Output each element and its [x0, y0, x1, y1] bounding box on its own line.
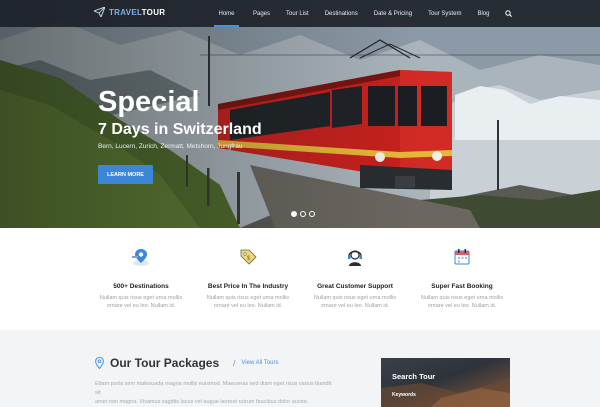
search-tour-title: Search Tour — [392, 372, 436, 381]
nav-item-tour-list[interactable]: Tour List — [286, 0, 309, 27]
feature-destinations: 500+ Destinations Nullam quis risus eget… — [86, 246, 196, 310]
search-panel-background — [381, 378, 510, 407]
view-all-tours-link[interactable]: View All Tours — [241, 360, 278, 366]
nav-item-home[interactable]: Home — [214, 0, 239, 27]
tour-packages-section: Our Tour Packages / View All Tours Etiam… — [0, 330, 600, 407]
feature-title: Super Fast Booking — [431, 283, 493, 290]
price-tag-icon: $ — [240, 249, 257, 265]
location-pin-icon — [95, 357, 104, 369]
learn-more-button[interactable]: LEARN MORE — [98, 165, 153, 184]
nav-search[interactable] — [505, 0, 513, 27]
search-tour-panel: Search Tour Keywords — [381, 358, 510, 407]
feature-text: Nullam quis risus eget urna mollis ornare… — [99, 295, 183, 309]
nav-item-pages[interactable]: Pages — [253, 0, 270, 27]
calendar-icon — [454, 249, 470, 265]
hero-subtitle: 7 Days in Switzerland — [98, 121, 262, 138]
feature-text: Nullam quis risus eget urna mollis ornare… — [313, 295, 397, 309]
nav-item-date-pricing[interactable]: Date & Pricing — [374, 0, 412, 27]
feature-title: 500+ Destinations — [113, 283, 169, 290]
search-icon — [505, 10, 513, 17]
nav-item-tour-system[interactable]: Tour System — [428, 0, 461, 27]
hero-places: Bern, Lucern, Zurich, Zermatt, Metshorn,… — [98, 143, 243, 150]
slider-dot-1[interactable] — [291, 211, 297, 217]
packages-header: Our Tour Packages / View All Tours — [95, 356, 279, 370]
nav-item-blog[interactable]: Blog — [477, 0, 489, 27]
feature-text: Nullam quis risus eget urna mollis ornare… — [206, 295, 290, 309]
features-section: 500+ Destinations Nullam quis risus eget… — [0, 228, 600, 330]
feature-fast-booking: Super Fast Booking Nullam quis risus ege… — [407, 246, 517, 310]
feature-title: Great Customer Support — [317, 283, 393, 290]
logo[interactable]: TRAVELTOUR — [94, 7, 165, 17]
packages-title: Our Tour Packages — [110, 356, 220, 370]
map-pin-icon — [132, 249, 149, 266]
hero-title: Special — [98, 86, 200, 118]
support-agent-icon — [348, 250, 362, 266]
slider-dot-2[interactable] — [300, 211, 306, 217]
slider-dots — [291, 211, 315, 217]
keywords-label: Keywords — [392, 392, 416, 398]
main-menu: Home Pages Tour List Destinations Date &… — [214, 0, 513, 27]
hero-overlay — [0, 0, 600, 228]
paper-plane-icon — [94, 7, 105, 17]
packages-separator: / — [233, 358, 236, 368]
feature-best-price: $ Best Price In The Industry Nullam quis… — [193, 246, 303, 310]
feature-customer-support: Great Customer Support Nullam quis risus… — [300, 246, 410, 310]
hero-slider: Special 7 Days in Switzerland Bern, Luce… — [0, 0, 600, 228]
packages-description: Etiam porta sem malesuada magna mollis e… — [95, 381, 332, 405]
feature-text: Nullam quis risus eget urna mollis ornare… — [420, 295, 504, 309]
hero-caption: Special 7 Days in Switzerland Bern, Luce… — [98, 86, 262, 150]
top-navigation: TRAVELTOUR Home Pages Tour List Destinat… — [0, 0, 600, 27]
logo-text: TRAVELTOUR — [109, 7, 166, 17]
nav-item-destinations[interactable]: Destinations — [325, 0, 358, 27]
feature-title: Best Price In The Industry — [207, 283, 289, 290]
slider-dot-3[interactable] — [309, 211, 315, 217]
